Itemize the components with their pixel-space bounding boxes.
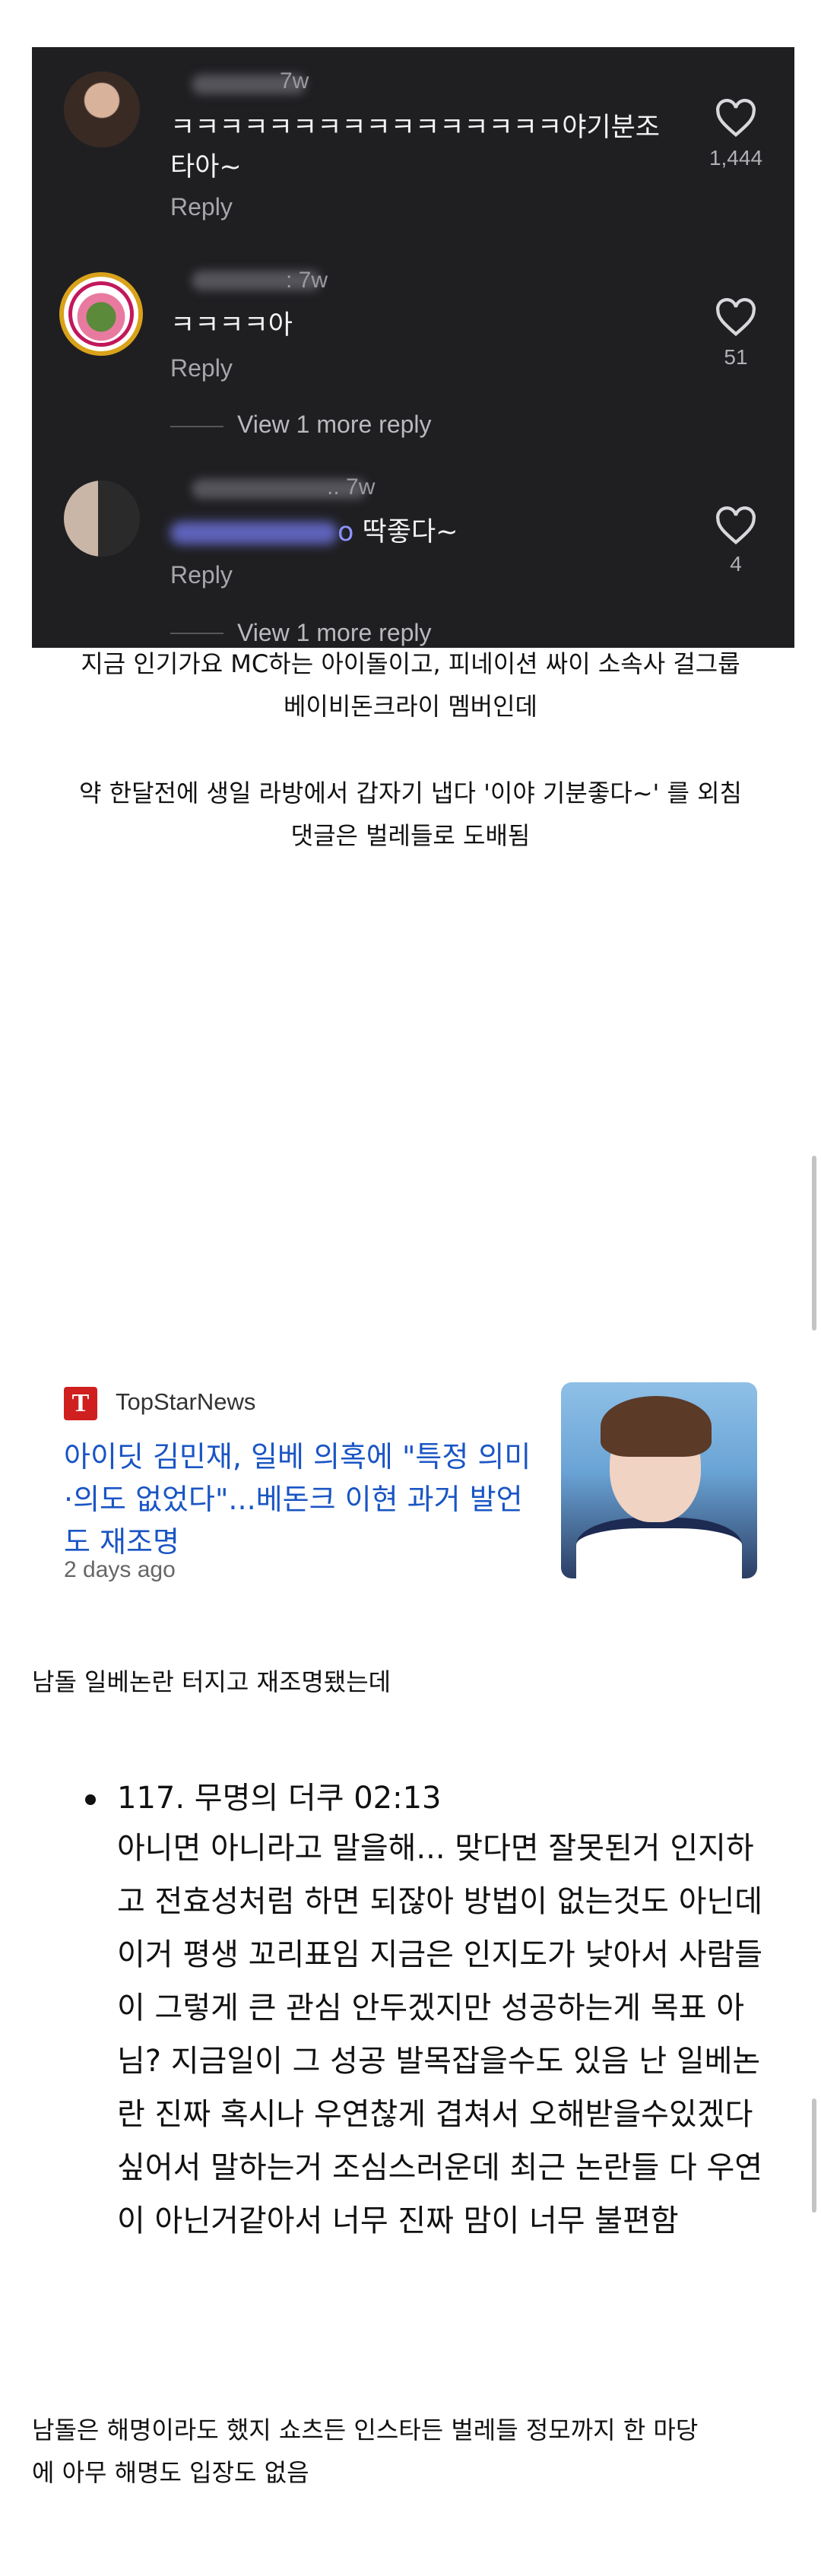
comment-text: ㅋㅋㅋㅋㅋㅋㅋㅋㅋㅋㅋㅋㅋㅋㅋㅋ야기분조타아~ [170,113,661,182]
body-text: 남돌은 해명이라도 했지 쇼츠든 인스타든 벌레들 정모까지 한 마당 [32,2416,699,2444]
caption-line: 댓글은 벌레들로 도배됨 [290,821,531,850]
like-count: 51 [724,345,748,369]
news-age: 2 days ago [64,1557,176,1582]
news-source: TopStarNews [116,1388,256,1415]
mention-blurred[interactable] [170,522,338,544]
bullet-icon [85,1794,96,1805]
divider [170,426,223,427]
caption-line: 약 한달전에 생일 라방에서 갑자기 냅다 '이야 기분좋다~' 를 외침 [79,779,742,807]
news-card[interactable]: T TopStarNews 아이딧 김민재, 일베 의혹에 "특정 의미·의도 … [64,1382,757,1595]
comment-time: 7w [280,68,309,94]
comment-text: ㅋㅋㅋㅋ아 [170,310,293,341]
body-text: 에 아무 해명도 입장도 없음 [32,2458,309,2487]
post-header: 117. 무명의 더쿠 02:13 [117,1781,442,1816]
comment-body: 딱좋다~ [353,517,458,547]
like-count: 4 [730,552,742,576]
scrollbar[interactable] [812,1156,816,1331]
body-text: 남돌 일베논란 터지고 재조명됐는데 [32,1667,391,1696]
divider [170,633,223,634]
reply-button[interactable]: Reply [170,193,233,221]
avatar[interactable] [64,71,140,148]
reply-button[interactable]: Reply [170,561,233,589]
caption-line: 베이비돈크라이 멤버인데 [283,692,537,721]
avatar[interactable] [64,481,140,557]
post-body: 아니면 아니라고 말을해... 맞다면 잘못된거 인지하고 전효성처럼 하면 되… [117,1831,763,2238]
avatar[interactable] [59,272,143,356]
comment-time: .. 7w [327,474,376,500]
heart-icon[interactable] [713,298,759,338]
heart-icon[interactable] [713,99,759,138]
caption-line: 지금 인기가요 MC하는 아이돌이고, 피네이션 싸이 소속사 걸그룹 [81,649,740,678]
view-more-replies[interactable]: View 1 more reply [237,411,432,439]
comment-time: : 7w [286,268,328,293]
mention-tail[interactable]: o [338,517,353,547]
comment-text: o 딱좋다~ [170,512,672,552]
like-count: 1,444 [708,146,763,170]
news-title-link[interactable]: 아이딧 김민재, 일베 의혹에 "특정 의미·의도 없었다"...베돈크 이현 … [64,1436,535,1563]
topstarnews-logo: T [64,1387,97,1420]
reply-button[interactable]: Reply [170,354,233,382]
heart-icon[interactable] [713,506,759,546]
comments-screenshot: 7w ㅋㅋㅋㅋㅋㅋㅋㅋㅋㅋㅋㅋㅋㅋㅋㅋ야기분조타아~ Reply 1,444 :… [32,47,794,648]
news-thumbnail[interactable] [561,1382,757,1578]
scrollbar[interactable] [812,2099,816,2213]
